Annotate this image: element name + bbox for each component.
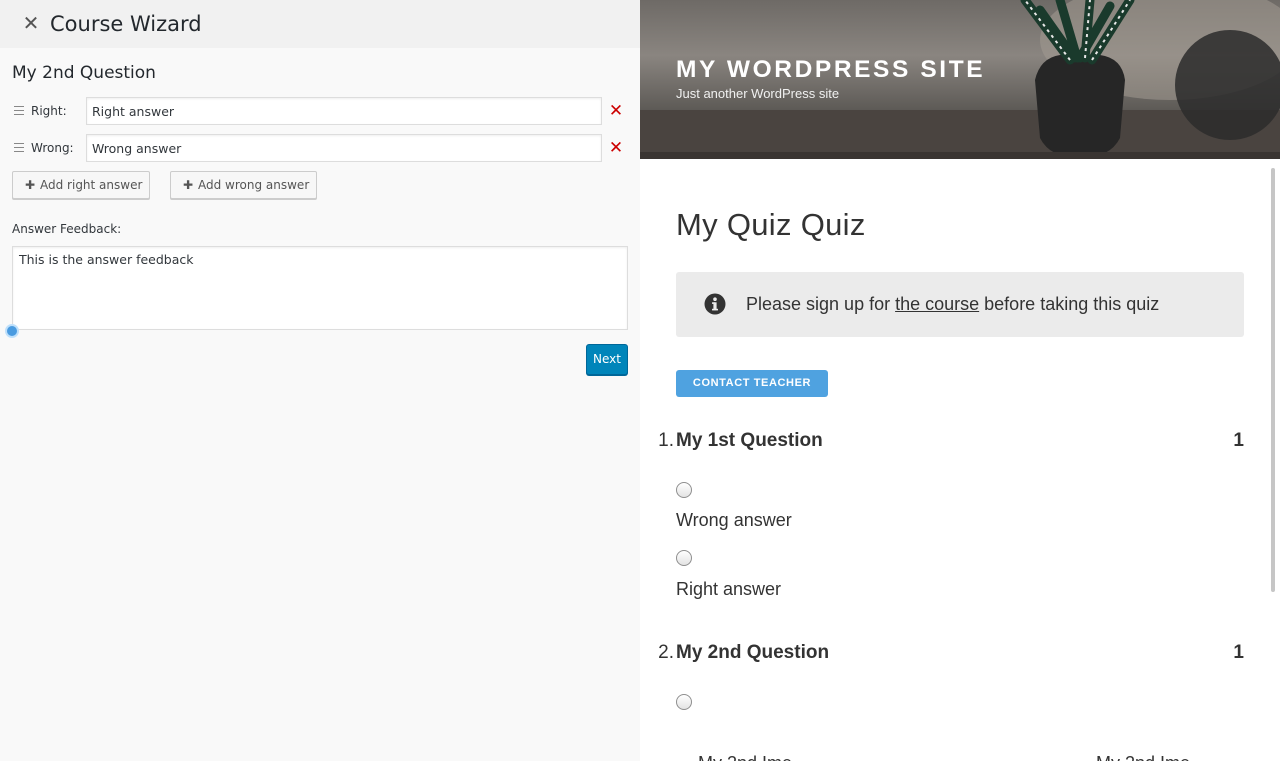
notice-text-after: before taking this quiz (979, 294, 1160, 314)
answer-feedback-textarea[interactable]: This is the answer feedback (12, 246, 628, 330)
remove-answer-icon[interactable]: ✕ (608, 101, 624, 121)
wrong-answer-input[interactable] (86, 134, 602, 162)
question-title: My 2nd Question (12, 63, 156, 83)
question-number: 1. (658, 430, 674, 451)
add-wrong-answer-label: Add wrong answer (198, 178, 310, 192)
answer-row-right: Right: ✕ (0, 97, 640, 125)
plus-icon: ✚ (183, 178, 194, 192)
question-number: 2. (658, 642, 674, 663)
contact-teacher-button[interactable]: CONTACT TEACHER (676, 370, 828, 397)
drag-handle-icon[interactable] (14, 106, 24, 115)
site-tagline: Just another WordPress site (676, 86, 840, 101)
question-points: 1 (1233, 430, 1244, 451)
answer-radio[interactable] (676, 550, 692, 566)
wizard-title: Course Wizard (50, 12, 202, 36)
question-title: My 2nd Question (676, 642, 830, 663)
answer-option-text: Right answer (676, 579, 782, 599)
answer-radio[interactable] (676, 694, 692, 710)
scrollbar-thumb[interactable] (1271, 168, 1275, 592)
notice-text: Please sign up for the course before tak… (746, 293, 1159, 315)
answer-feedback-label: Answer Feedback: (12, 222, 122, 236)
notice-text-before: Please sign up for (746, 294, 896, 314)
remove-answer-icon[interactable]: ✕ (608, 138, 624, 158)
add-right-answer-button[interactable]: ✚ Add right answer (12, 171, 150, 199)
partial-option-text: My 2nd Ime (1096, 752, 1190, 761)
site-header: MY WORDPRESS SITE Just another WordPress… (640, 0, 1280, 159)
info-icon (704, 293, 726, 315)
answer-option-text: Wrong answer (676, 510, 792, 530)
close-icon[interactable]: ✕ (20, 11, 42, 35)
course-wizard-panel: ✕ Course Wizard My 2nd Question Right: ✕… (0, 0, 640, 761)
partial-option-text: My 2nd Ime (698, 752, 792, 761)
site-title[interactable]: MY WORDPRESS SITE (676, 55, 985, 85)
resize-handle-icon[interactable] (5, 324, 19, 338)
course-link[interactable]: the course (895, 294, 979, 314)
question-title: My 1st Question (676, 430, 823, 451)
drag-handle-icon[interactable] (14, 143, 24, 152)
signup-notice: Please sign up for the course before tak… (676, 272, 1244, 337)
plus-icon: ✚ (25, 178, 36, 192)
next-button[interactable]: Next (586, 344, 628, 375)
answer-radio[interactable] (676, 482, 692, 498)
wizard-header: ✕ Course Wizard (0, 0, 640, 48)
answer-label: Right: (31, 104, 67, 118)
quiz-title: My Quiz Quiz (676, 207, 866, 242)
question-points: 1 (1233, 642, 1244, 663)
answer-label: Wrong: (31, 141, 74, 155)
site-preview: MY WORDPRESS SITE Just another WordPress… (640, 0, 1280, 761)
add-right-answer-label: Add right answer (40, 178, 143, 192)
add-wrong-answer-button[interactable]: ✚ Add wrong answer (170, 171, 317, 199)
answer-row-wrong: Wrong: ✕ (0, 134, 640, 162)
right-answer-input[interactable] (86, 97, 602, 125)
